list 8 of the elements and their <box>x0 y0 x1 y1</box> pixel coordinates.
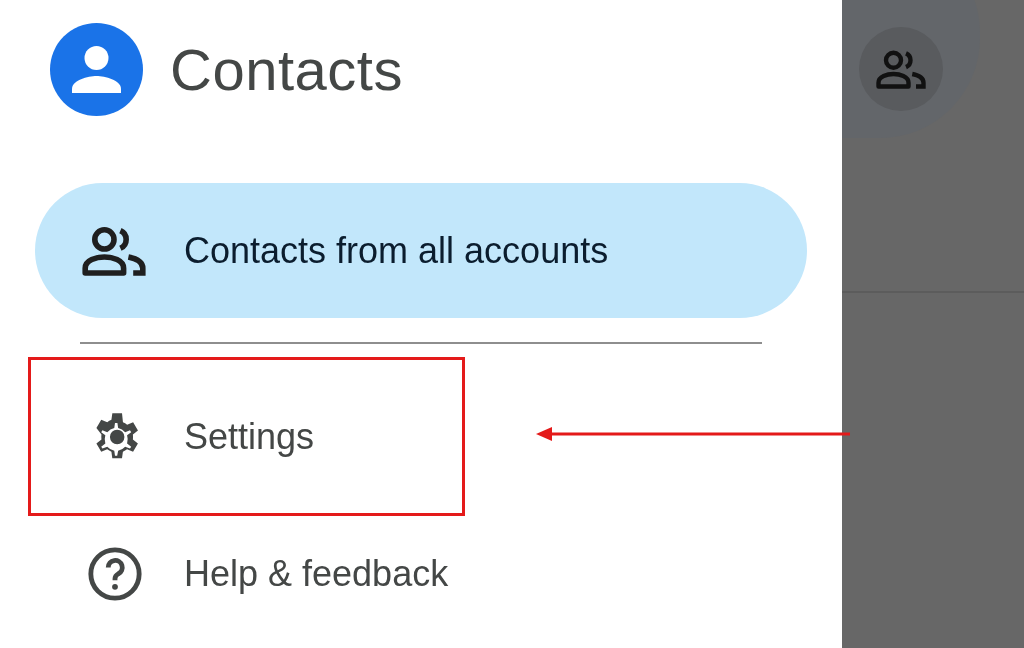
app-title: Contacts <box>170 36 403 103</box>
people-icon <box>876 49 926 89</box>
nav-item[interactable]: Contacts from all accounts <box>35 183 807 318</box>
menu-item[interactable]: Settings <box>28 357 465 516</box>
contacts-logo-icon <box>50 23 143 116</box>
people-icon <box>82 224 146 277</box>
menu-item[interactable]: Help & feedback <box>28 516 465 632</box>
help-icon <box>86 545 144 603</box>
